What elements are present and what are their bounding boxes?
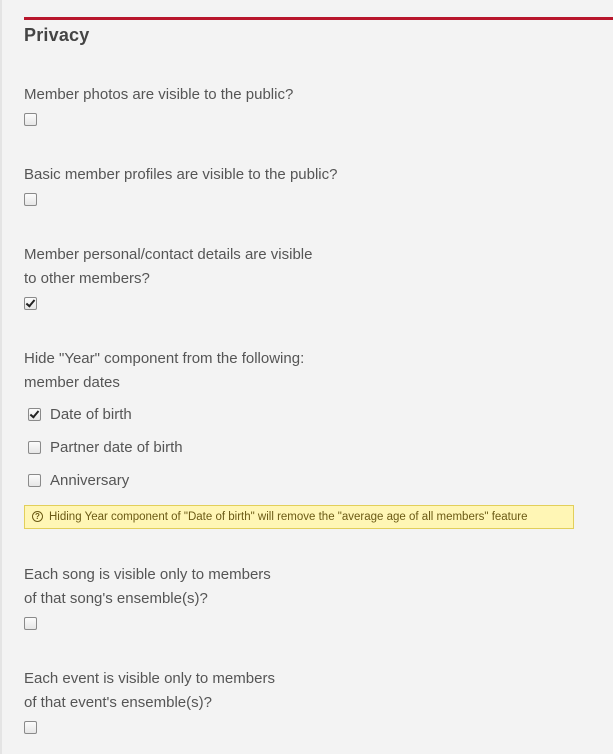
question-line: of that event's ensemble(s)? <box>24 694 212 711</box>
checkbox-song-visibility[interactable] <box>24 617 37 630</box>
question-hide-year: Hide "Year" component from the following… <box>24 347 304 395</box>
question-line: Each song is visible only to members <box>24 566 271 583</box>
option-label-anniversary: Anniversary <box>50 472 130 489</box>
section-title: Privacy <box>24 25 90 45</box>
question-contact-details: Member personal/contact details are visi… <box>24 243 312 291</box>
question-circle-icon: ? <box>32 511 43 522</box>
checkbox-partner-date-of-birth[interactable] <box>28 441 41 454</box>
question-profiles-public: Basic member profiles are visible to the… <box>24 163 337 187</box>
question-photos-public: Member photos are visible to the public? <box>24 83 293 107</box>
checkbox-anniversary[interactable] <box>28 474 41 487</box>
checkbox-contact-details[interactable] <box>24 297 37 310</box>
section-accent-rule <box>24 17 613 20</box>
notice-text: Hiding Year component of "Date of birth"… <box>49 511 528 523</box>
question-line: Basic member profiles are visible to the… <box>24 166 338 183</box>
year-warning-notice: ? Hiding Year component of "Date of birth… <box>24 505 574 529</box>
question-line: Hide "Year" component from the following… <box>24 350 305 367</box>
question-event-visibility: Each event is visible only to members of… <box>24 667 275 715</box>
question-line: Each event is visible only to members <box>24 670 275 687</box>
question-line: of that song's ensemble(s)? <box>24 590 208 607</box>
question-line: Member photos are visible to the public? <box>24 86 294 103</box>
question-song-visibility: Each song is visible only to members of … <box>24 563 271 611</box>
checkbox-profiles-public[interactable] <box>24 193 37 206</box>
option-label-date-of-birth: Date of birth <box>50 406 132 423</box>
question-line: Member personal/contact details are visi… <box>24 246 313 263</box>
option-label-partner-date-of-birth: Partner date of birth <box>50 439 183 456</box>
left-edge-divider <box>0 0 2 754</box>
question-line: to other members? <box>24 270 150 287</box>
checkbox-event-visibility[interactable] <box>24 721 37 734</box>
question-line: member dates <box>24 374 120 391</box>
checkbox-photos-public[interactable] <box>24 113 37 126</box>
checkbox-date-of-birth[interactable] <box>28 408 41 421</box>
